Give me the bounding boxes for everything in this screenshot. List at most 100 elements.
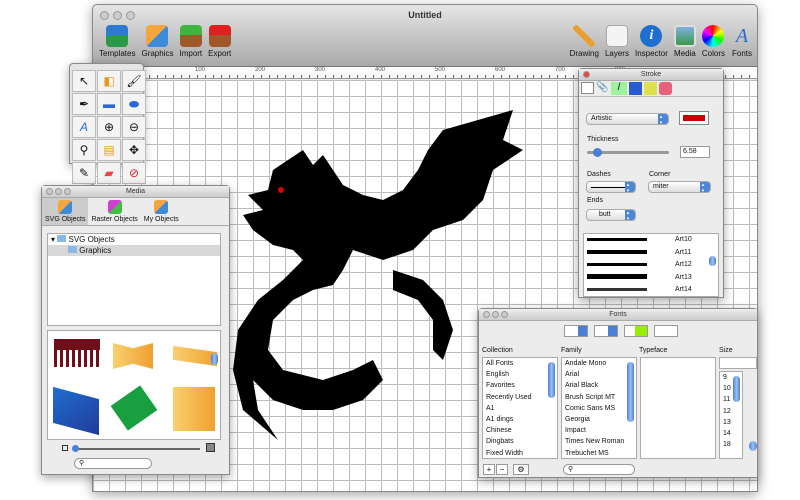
close-button[interactable] xyxy=(46,188,53,195)
drawing-button[interactable]: Drawing xyxy=(570,25,599,58)
thumbnail-size-slider[interactable] xyxy=(72,445,200,452)
media-item-banner[interactable] xyxy=(113,343,153,369)
list-item[interactable]: Impact xyxy=(562,425,636,436)
list-item[interactable]: Arial xyxy=(562,369,636,380)
ellipse-tool-icon[interactable]: ⬬ xyxy=(122,93,146,115)
brush-item[interactable]: Art11 xyxy=(584,247,718,260)
colors-button[interactable]: Colors xyxy=(702,25,725,58)
list-item[interactable]: Comic Sans MS xyxy=(562,403,636,414)
text-color-button[interactable] xyxy=(624,325,648,337)
zoom-in-icon[interactable]: ⊕ xyxy=(97,116,121,138)
family-list[interactable]: Andale Mono Arial Arial Black Brush Script … xyxy=(561,357,637,459)
slider-knob[interactable] xyxy=(593,148,602,157)
media-search-input[interactable]: ⚲ xyxy=(74,458,152,469)
brush-item[interactable]: Art12 xyxy=(584,259,718,272)
dashes-select[interactable] xyxy=(586,181,636,193)
thickness-field[interactable]: 6.58 xyxy=(680,146,710,158)
list-item[interactable]: Times New Roman xyxy=(562,436,636,447)
highlight-tab-icon[interactable] xyxy=(644,82,657,95)
move-tool-icon[interactable]: ✥ xyxy=(122,139,146,161)
minimize-button[interactable] xyxy=(492,311,499,318)
document-color-button[interactable] xyxy=(654,325,678,337)
eraser-tool-icon[interactable]: ▰ xyxy=(97,162,121,184)
scrollbar[interactable] xyxy=(627,362,634,422)
text-tool-icon[interactable]: A xyxy=(72,116,96,138)
font-search-input[interactable]: ⚲ xyxy=(563,464,635,475)
export-button[interactable]: Export xyxy=(208,25,231,58)
stroke-color-well[interactable] xyxy=(679,111,709,125)
media-item-drips[interactable] xyxy=(54,339,100,367)
typeface-list[interactable] xyxy=(640,357,716,459)
size-slider[interactable] xyxy=(749,441,757,451)
slider-knob[interactable] xyxy=(72,445,79,452)
brush-item[interactable]: Art13 xyxy=(584,272,718,285)
paperclip-tab-icon[interactable]: 📎 xyxy=(596,82,609,95)
remove-collection-button[interactable]: − xyxy=(496,464,508,475)
tree-item-svg-objects[interactable]: ▾ SVG Objects xyxy=(48,234,220,245)
layers-button[interactable]: Layers xyxy=(605,25,629,58)
tab-my-objects[interactable]: My Objects xyxy=(141,198,182,225)
scrollbar[interactable] xyxy=(733,376,740,402)
list-item[interactable]: Arial Black xyxy=(562,380,636,391)
list-item[interactable]: 13 xyxy=(720,417,742,428)
list-item[interactable]: Georgia xyxy=(562,414,636,425)
collection-list[interactable]: All Fonts English Favorites Recently Used A1… xyxy=(482,357,558,459)
size-list[interactable]: 9 10 11 12 13 14 18 xyxy=(719,371,743,459)
scrollbar[interactable] xyxy=(211,353,218,365)
media-tree[interactable]: ▾ SVG Objects Graphics xyxy=(47,233,221,326)
brush-item[interactable]: Art14 xyxy=(584,284,718,297)
brush-list[interactable]: Art10 Art11 Art12 Art13 Art14 xyxy=(583,233,719,297)
eraser-tab-icon[interactable] xyxy=(659,82,672,95)
shadow-tab-icon[interactable] xyxy=(629,82,642,95)
media-button[interactable]: Media xyxy=(673,25,696,58)
eyedropper-icon[interactable]: ⚲ xyxy=(72,139,96,161)
list-item[interactable]: Dingbats xyxy=(483,436,557,447)
layers-tool-icon[interactable]: ▤ xyxy=(97,139,121,161)
zoom-out-icon[interactable]: ⊖ xyxy=(122,116,146,138)
list-item[interactable]: Fixed Width xyxy=(483,448,557,459)
import-button[interactable]: Import xyxy=(179,25,202,58)
close-button[interactable] xyxy=(483,311,490,318)
media-item-yellow-flag[interactable] xyxy=(173,387,215,431)
pencil-tool-icon[interactable]: ✎ xyxy=(72,162,96,184)
list-item[interactable]: 18 xyxy=(720,439,742,450)
stroke-type-select[interactable]: Artistic xyxy=(586,113,669,125)
zoom-button[interactable] xyxy=(501,311,508,318)
scrollbar[interactable] xyxy=(548,362,555,398)
list-item[interactable]: 14 xyxy=(720,428,742,439)
media-item-blue-flag[interactable] xyxy=(53,386,99,436)
close-button[interactable] xyxy=(583,71,590,78)
stroke-tab-icon[interactable]: / xyxy=(611,82,627,95)
zoom-button[interactable] xyxy=(64,188,71,195)
list-item[interactable]: Trebuchet MS xyxy=(562,448,636,459)
link-tool-icon[interactable]: ⊘ xyxy=(122,162,146,184)
inspector-button[interactable]: i Inspector xyxy=(635,25,668,58)
minimize-button[interactable] xyxy=(55,188,62,195)
list-item[interactable]: All Fonts xyxy=(483,358,557,369)
media-grid[interactable] xyxy=(47,330,221,440)
size-field[interactable] xyxy=(719,357,757,369)
list-item[interactable]: Chinese xyxy=(483,425,557,436)
fill-tab-icon[interactable] xyxy=(581,82,594,94)
media-item-green-card[interactable] xyxy=(110,385,158,431)
pen-tool-icon[interactable]: ✒ xyxy=(72,93,96,115)
brush-item[interactable]: Art10 xyxy=(584,234,718,247)
list-item[interactable]: 12 xyxy=(720,406,742,417)
list-item[interactable]: A1 dings xyxy=(483,414,557,425)
list-item[interactable]: English xyxy=(483,369,557,380)
brush-tool-icon[interactable]: 🖌 xyxy=(122,70,146,92)
scrollbar[interactable] xyxy=(709,256,716,266)
underline-button[interactable] xyxy=(564,325,588,337)
rectangle-tool-icon[interactable]: ▬ xyxy=(97,93,121,115)
strikethrough-button[interactable] xyxy=(594,325,618,337)
tree-item-graphics[interactable]: Graphics xyxy=(48,245,220,257)
add-collection-button[interactable]: + xyxy=(483,464,495,475)
templates-button[interactable]: Templates xyxy=(99,25,135,58)
fonts-button[interactable]: A Fonts xyxy=(731,25,753,58)
list-item[interactable]: Brush Script MT xyxy=(562,392,636,403)
graphics-button[interactable]: Graphics xyxy=(141,25,173,58)
gear-icon[interactable]: ⚙ xyxy=(513,464,529,475)
list-item[interactable]: Andale Mono xyxy=(562,358,636,369)
arrow-tool-icon[interactable]: ↖ xyxy=(72,70,96,92)
list-item[interactable]: Recently Used xyxy=(483,392,557,403)
